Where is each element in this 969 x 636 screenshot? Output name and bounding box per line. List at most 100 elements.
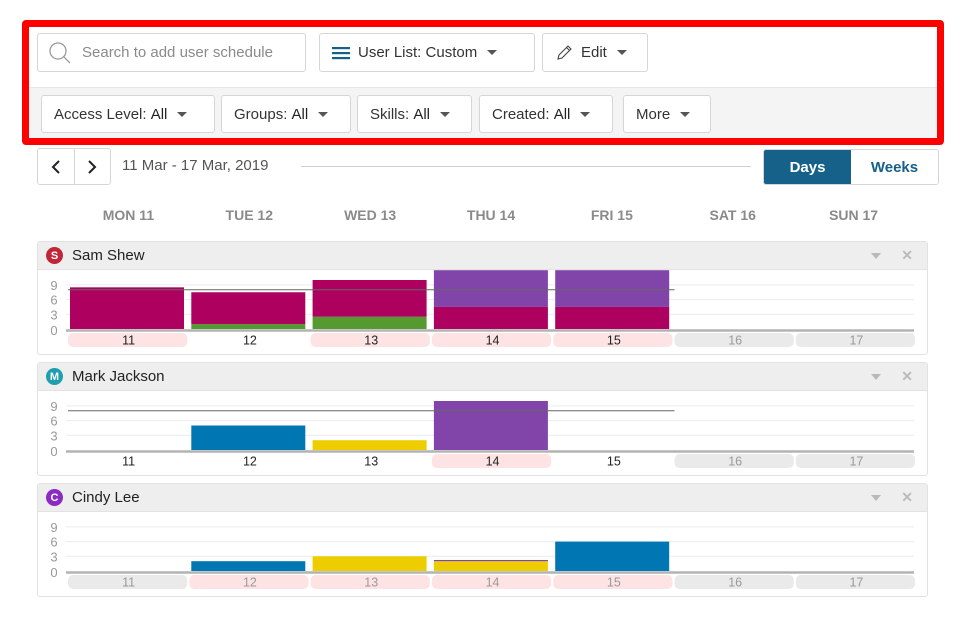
pencil-icon — [555, 44, 573, 62]
edit-label: Edit — [581, 44, 607, 61]
day-header: TUE 12 — [225, 207, 274, 223]
bar-segment — [312, 316, 427, 329]
chevron-down-icon — [177, 111, 188, 117]
close-icon[interactable]: ✕ — [901, 489, 913, 506]
bar-segment — [191, 324, 306, 329]
user-hours-chart: 0 3 6 9 11 12 13 14 15 16 17 — [38, 512, 927, 596]
filter-skills[interactable]: Skills: All — [357, 95, 472, 133]
bar-segment — [312, 280, 427, 317]
date-label: 17 — [849, 455, 863, 469]
y-tick-label: 9 — [50, 520, 57, 535]
user-hours-chart: 0 3 6 9 11 12 13 14 15 16 17 — [38, 391, 927, 475]
close-icon[interactable]: ✕ — [901, 247, 913, 264]
chevron-down-icon — [680, 111, 691, 117]
bar-segment — [312, 440, 427, 450]
filter-value: All — [553, 105, 571, 123]
weeks-tab[interactable]: Weeks — [851, 150, 938, 184]
collapse-icon[interactable] — [871, 494, 882, 501]
bar-segment — [433, 561, 548, 571]
chevron-down-icon — [616, 50, 627, 55]
bar-segment — [433, 306, 548, 329]
chevron-down-icon — [318, 111, 329, 117]
y-tick-label: 3 — [50, 428, 57, 443]
y-tick-label: 3 — [50, 549, 57, 564]
day-header: THU 14 — [466, 207, 516, 223]
next-week-button[interactable] — [75, 149, 111, 184]
avatar: S — [46, 247, 63, 264]
date-label: 15 — [607, 334, 621, 348]
user-panel: S Sam Shew ✕ 0 3 6 9 11 12 13 14 15 16 17 — [37, 241, 928, 355]
date-label: 12 — [243, 455, 257, 469]
day-header: MON 11 — [102, 207, 155, 223]
user-panel: M Mark Jackson ✕ 0 3 6 9 11 12 13 14 15 16 17 — [37, 362, 928, 476]
bar-segment — [191, 425, 306, 450]
y-tick-label: 6 — [50, 535, 57, 550]
date-label: 16 — [728, 576, 742, 590]
avatar: M — [46, 368, 63, 385]
search-input[interactable] — [82, 44, 292, 61]
day-header: FRI 15 — [590, 207, 633, 223]
date-label: 15 — [607, 576, 621, 590]
date-label: 14 — [486, 455, 500, 469]
bar-segment — [191, 561, 306, 571]
days-tab[interactable]: Days — [764, 150, 851, 184]
day-header: SAT 16 — [709, 207, 756, 223]
user-name[interactable]: Sam Shew — [72, 247, 145, 264]
bar-segment — [433, 270, 548, 307]
y-tick-label: 6 — [50, 414, 57, 429]
date-label: 13 — [364, 334, 378, 348]
filter-groups[interactable]: Groups: All — [221, 95, 351, 133]
y-tick-label: 0 — [50, 323, 57, 338]
filter-bar: Access Level: All Groups: All Skills: Al… — [29, 87, 937, 138]
collapse-icon[interactable] — [871, 252, 882, 259]
user-name[interactable]: Mark Jackson — [72, 368, 165, 385]
date-label: 12 — [243, 334, 257, 348]
y-tick-label: 0 — [50, 444, 57, 459]
user-panel: C Cindy Lee ✕ 0 3 6 9 11 12 13 14 15 16 17 — [37, 483, 928, 597]
date-label: 12 — [243, 576, 257, 590]
user-panel-header: M Mark Jackson ✕ — [38, 363, 927, 391]
bar-segment — [191, 292, 306, 325]
chevron-left-icon — [51, 159, 60, 174]
y-tick-label: 9 — [50, 399, 57, 414]
chevron-down-icon — [580, 111, 591, 117]
y-tick-label: 0 — [50, 565, 57, 580]
filter-label: Created: — [492, 105, 554, 123]
filter-value: All — [413, 105, 431, 123]
filter-created[interactable]: Created: All — [479, 95, 613, 133]
date-label: 15 — [607, 455, 621, 469]
user-hours-chart: 0 3 6 9 11 12 13 14 15 16 17 — [38, 270, 927, 354]
date-label: 11 — [122, 334, 135, 348]
filter-more[interactable]: More — [623, 95, 711, 133]
list-icon — [332, 46, 350, 60]
search-box[interactable] — [37, 33, 306, 72]
user-list-dropdown[interactable]: User List: Custom — [319, 33, 535, 72]
date-label: 17 — [849, 334, 863, 348]
chevron-down-icon — [487, 50, 498, 55]
filter-label: More — [636, 105, 671, 123]
prev-week-button[interactable] — [38, 149, 75, 184]
filter-access-level[interactable]: Access Level: All — [41, 95, 215, 133]
day-header: WED 13 — [344, 207, 397, 223]
edit-dropdown[interactable]: Edit — [542, 33, 648, 72]
close-icon[interactable]: ✕ — [901, 368, 913, 385]
date-nav — [37, 148, 111, 185]
bar-segment — [555, 306, 670, 329]
filter-label: Access Level: — [54, 105, 151, 123]
avatar: C — [46, 489, 63, 506]
bar-segment — [312, 556, 427, 571]
bar-segment — [555, 541, 670, 571]
date-label: 11 — [122, 576, 135, 590]
toolbar-top: User List: Custom Edit — [29, 27, 937, 87]
user-name[interactable]: Cindy Lee — [72, 489, 140, 506]
day-headers: MON 11 TUE 12 WED 13 THU 14 FRI 15 SAT 1… — [68, 207, 914, 223]
user-list-label: User List: — [358, 44, 426, 61]
collapse-icon[interactable] — [871, 373, 882, 380]
y-tick-label: 9 — [50, 278, 57, 293]
bar-segment — [70, 287, 184, 329]
date-range-label: 11 Mar - 17 Mar, 2019 — [122, 157, 269, 174]
divider — [301, 166, 751, 167]
date-label: 17 — [849, 576, 863, 590]
date-label: 11 — [122, 455, 135, 469]
filter-value: All — [291, 105, 309, 123]
